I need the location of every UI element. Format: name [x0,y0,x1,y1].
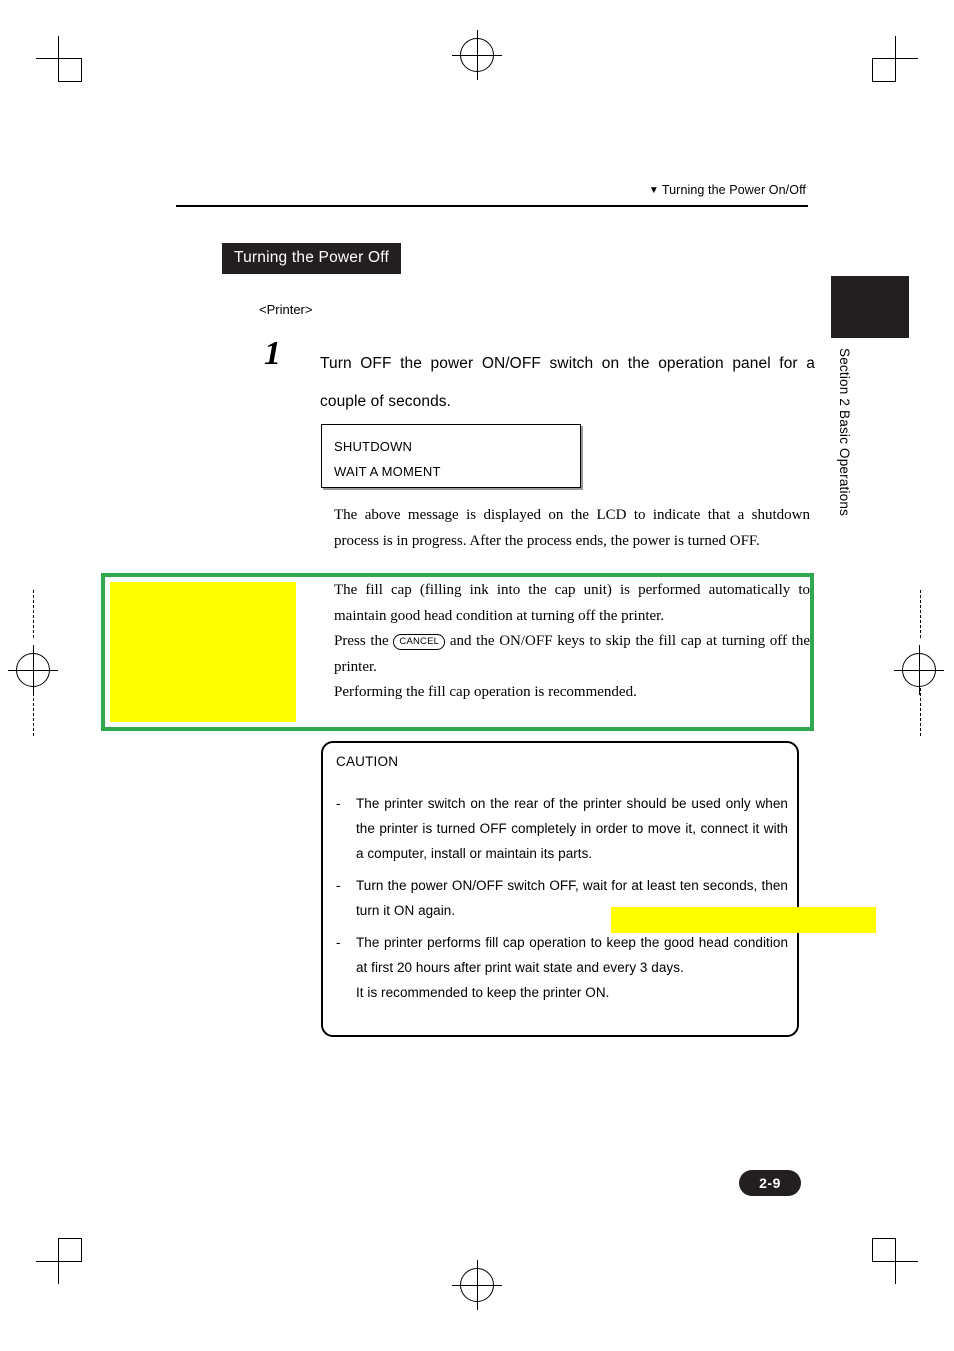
page-title: Turning the Power Off [222,243,401,274]
note-line-3: Performing the fill cap operation is rec… [334,684,637,700]
caution-item-3: - The printer performs fill cap operatio… [336,930,788,1005]
caution-list: - The printer switch on the rear of the … [336,791,788,1012]
caution-item-3-extra: It is recommended to keep the printer ON… [356,985,610,1000]
crop-mark-top-left [36,36,82,82]
bullet-marker: - [336,878,341,893]
running-head-text: Turning the Power On/Off [661,183,806,197]
caution-item-3-text: The printer performs fill cap operation … [356,930,788,1005]
step-instruction: Turn OFF the power ON/OFF switch on the … [320,355,815,410]
note-line-2-prefix: Press the [334,633,394,649]
lcd-line-1: SHUTDOWN [334,439,413,454]
running-head: ▼ Turning the Power On/Off [649,183,806,197]
crop-mark-bottom-right [872,1238,918,1284]
section-tab-marker [831,276,909,338]
registration-mark-bottom [452,1260,502,1310]
lcd-display: SHUTDOWN WAIT A MOMENT [321,424,581,488]
step-number: 1 [264,335,281,372]
caution-item-3-main: The printer performs fill cap operation … [356,935,788,975]
triangle-icon: ▼ [648,185,659,196]
note-line-1: The fill cap (filling ink into the cap u… [334,582,810,624]
cancel-key-icon: CANCEL [393,634,446,650]
subheading-printer: <Printer> [259,302,313,317]
section-tab-label: Section 2 Basic Operations [837,348,852,517]
caution-item-2: - Turn the power ON/OFF switch OFF, wait… [336,873,788,923]
header-rule [176,205,808,207]
caution-title: CAUTION [336,754,399,769]
bullet-marker: - [336,935,341,950]
registration-mark-left [8,645,58,695]
lcd-line-2: WAIT A MOMENT [334,464,441,479]
paragraph-after-lcd: The above message is displayed on the LC… [334,507,810,549]
fold-guide-left [33,590,35,638]
crop-mark-bottom-left [36,1238,82,1284]
caution-item-2-text: Turn the power ON/OFF switch OFF, wait f… [356,878,788,918]
caution-item-1-text: The printer switch on the rear of the pr… [356,796,788,861]
bullet-marker: - [336,796,341,811]
fold-guide-left-lower [33,688,35,736]
fold-guide-right-lower [920,688,922,736]
fold-guide-right [920,590,922,638]
note-paragraph: The fill cap (filling ink into the cap u… [334,578,810,706]
registration-mark-top [452,30,502,80]
registration-mark-right [894,645,944,695]
crop-mark-top-right [872,36,918,82]
page-number-badge: 2-9 [739,1170,801,1196]
caution-item-1: - The printer switch on the rear of the … [336,791,788,866]
